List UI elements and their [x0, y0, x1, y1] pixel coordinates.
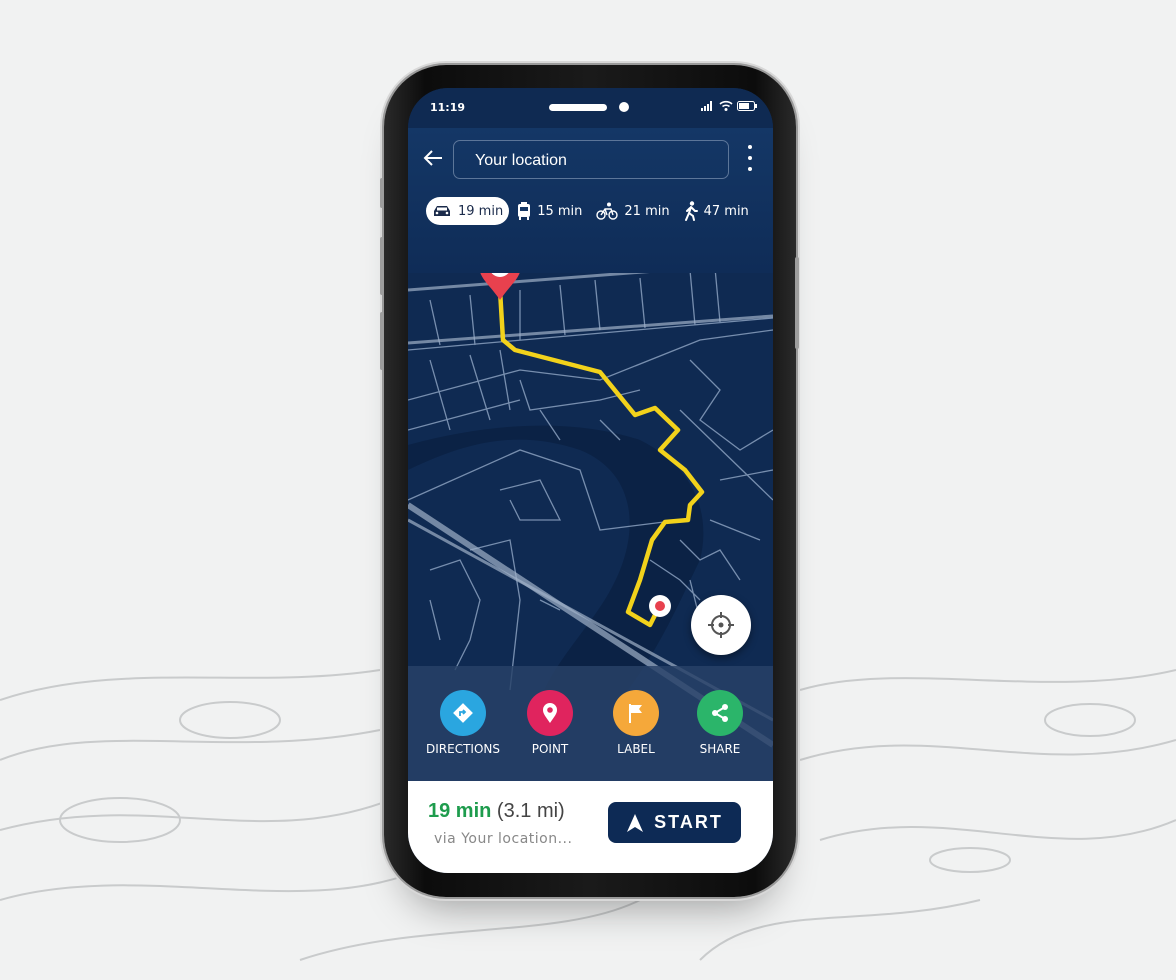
directions-icon — [453, 703, 473, 723]
volume-down-button — [380, 312, 384, 370]
start-button[interactable]: START — [608, 802, 741, 843]
label-label: LABEL — [617, 742, 655, 756]
tab-car[interactable]: 19 min — [426, 197, 510, 225]
more-options-icon[interactable] — [746, 145, 754, 178]
mute-switch — [380, 178, 384, 208]
walking-icon — [684, 201, 698, 221]
tab-transit[interactable]: 15 min — [511, 197, 588, 225]
volume-up-button — [380, 237, 384, 295]
camera-dot — [619, 102, 629, 112]
crosshair-icon — [708, 612, 734, 638]
share-label: SHARE — [699, 742, 741, 756]
eta-summary: 19 min (3.1 mi) — [428, 800, 565, 823]
point-button[interactable]: POINT — [505, 690, 595, 756]
car-icon — [434, 206, 450, 216]
tab-walk[interactable]: 47 min — [678, 197, 755, 225]
back-arrow-icon[interactable] — [422, 148, 444, 173]
share-button[interactable]: SHARE — [675, 690, 765, 756]
bicycle-icon — [596, 202, 619, 220]
flag-icon — [629, 704, 642, 723]
eta-duration: 19 min — [428, 800, 492, 822]
tab-bike[interactable]: 21 min — [590, 197, 675, 225]
tab-bike-label: 21 min — [624, 203, 670, 219]
speaker-notch — [549, 104, 607, 111]
travel-mode-tabs: 19 min 15 min 21 min 47 min — [426, 196, 757, 226]
map-pin-icon — [543, 703, 557, 723]
share-icon — [712, 704, 728, 722]
navigation-arrow-icon — [627, 813, 644, 832]
wifi-icon — [719, 100, 733, 111]
route-via: via Your location... — [434, 831, 573, 847]
current-location-marker-icon — [649, 595, 671, 617]
power-button — [795, 257, 799, 349]
point-label: POINT — [531, 742, 569, 756]
search-input[interactable]: Your location — [453, 140, 729, 179]
bus-icon — [518, 202, 531, 220]
eta-distance: (3.1 mi) — [496, 800, 565, 822]
tab-walk-label: 47 min — [703, 203, 749, 219]
label-button[interactable]: LABEL — [591, 690, 681, 756]
tab-transit-label: 15 min — [537, 203, 583, 219]
directions-label: DIRECTIONS — [426, 742, 500, 756]
phone-screen: 11:19 Your location 19 min 15 min 21 min… — [408, 88, 773, 873]
route-summary-panel: 19 min (3.1 mi) via Your location... STA… — [408, 781, 773, 873]
tab-car-label: 19 min — [458, 203, 504, 219]
battery-icon — [737, 100, 757, 111]
signal-icon — [701, 100, 712, 111]
status-time: 11:19 — [430, 101, 466, 114]
start-label: START — [654, 812, 723, 832]
action-bar: DIRECTIONS POINT LABEL SHARE — [408, 666, 773, 781]
recenter-button[interactable] — [691, 595, 751, 655]
directions-button[interactable]: DIRECTIONS — [418, 690, 508, 756]
status-bar: 11:19 — [408, 88, 773, 128]
